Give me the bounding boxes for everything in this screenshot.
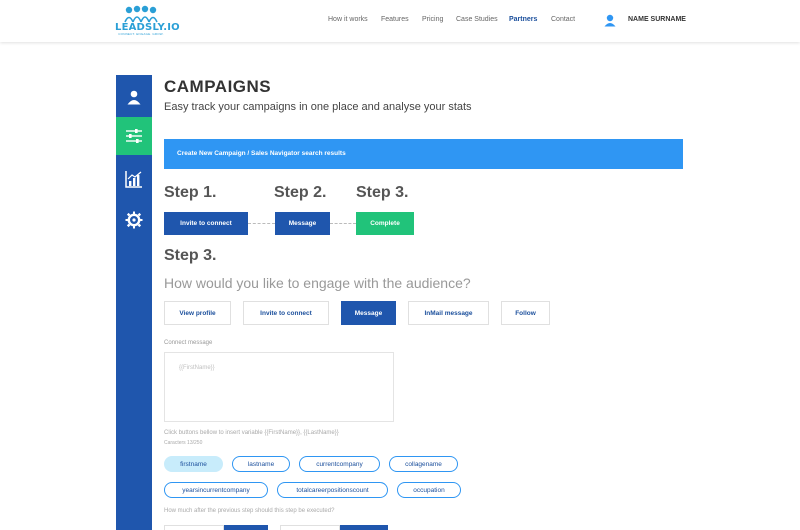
user-name[interactable]: NAME SURNAME (628, 16, 686, 23)
user-icon (127, 90, 141, 105)
campaign-banner: Create New Campaign / Sales Navigator se… (164, 139, 683, 169)
delay-question: How much after the previous step should … (164, 508, 335, 514)
delay-unit-button-1[interactable] (224, 525, 268, 530)
step-connector-1 (248, 223, 275, 224)
delay-unit-button-2[interactable] (340, 525, 388, 530)
sidebar-item-settings[interactable] (116, 201, 152, 239)
connect-message-label: Connect message (164, 340, 213, 346)
step-2-label: Step 2. (274, 184, 327, 201)
page-title: CAMPAIGNS (164, 77, 272, 96)
connect-message-input[interactable]: {{FirstName}} (164, 352, 394, 422)
engage-question: How would you like to engage with the au… (164, 275, 471, 291)
nav-how-it-works[interactable]: How it works (328, 16, 368, 23)
top-header: LEADSLY.IO CONNECT. ENGAGE. GROW. How it… (0, 0, 800, 42)
variable-chip-lastname[interactable]: lastname (232, 456, 290, 472)
banner-text: Create New Campaign / Sales Navigator se… (177, 150, 346, 157)
sliders-icon (126, 129, 142, 143)
option-message[interactable]: Message (341, 301, 396, 325)
step-connector-2 (330, 223, 356, 224)
nav-partners[interactable]: Partners (509, 16, 537, 23)
sidebar-item-profile[interactable] (116, 78, 152, 116)
variable-chip-firstname[interactable]: firstname (164, 456, 223, 472)
leadsly-logo[interactable]: LEADSLY.IO CONNECT. ENGAGE. GROW. (115, 5, 180, 37)
option-view-profile[interactable]: View profile (164, 301, 231, 325)
sidebar-item-stats[interactable] (116, 160, 152, 198)
step-3-label: Step 3. (356, 184, 409, 201)
step-1-button[interactable]: Invite to connect (164, 212, 248, 235)
logo-people-icon (124, 5, 158, 23)
connect-message-placeholder: {{FirstName}} (179, 365, 215, 371)
variable-chip-collagename[interactable]: collagename (389, 456, 458, 472)
nav-contact[interactable]: Contact (551, 16, 575, 23)
nav-case-studies[interactable]: Case Studies (456, 16, 498, 23)
nav-features[interactable]: Features (381, 16, 409, 23)
option-inmail-message[interactable]: InMail message (408, 301, 489, 325)
step-1-label: Step 1. (164, 184, 217, 201)
gear-icon (125, 211, 143, 229)
variable-chip-totalcareerpositionscount[interactable]: totalcareerpositionscount (277, 482, 388, 498)
logo-tagline: CONNECT. ENGAGE. GROW. (118, 32, 164, 36)
variable-chip-currentcompany[interactable]: currentcompany (299, 456, 380, 472)
step-3-button[interactable]: Complete (356, 212, 414, 235)
step-2-button[interactable]: Message (275, 212, 330, 235)
delay-input-2[interactable] (280, 525, 340, 530)
option-follow[interactable]: Follow (501, 301, 550, 325)
character-counter: Caracters 13/250 (164, 440, 203, 446)
variable-chip-yearsincurrentcompany[interactable]: yearsincurrentcompany (164, 482, 268, 498)
option-invite-to-connect[interactable]: Invite to connect (243, 301, 329, 325)
nav-pricing[interactable]: Pricing (422, 16, 443, 23)
page-subtitle: Easy track your campaigns in one place a… (164, 101, 472, 113)
sidebar (116, 75, 152, 530)
variables-hint: Click buttons bellow to insert variable … (164, 430, 339, 436)
chart-icon (125, 171, 142, 188)
delay-input-1[interactable] (164, 525, 224, 530)
sidebar-item-campaigns[interactable] (116, 117, 152, 155)
user-avatar-icon[interactable] (600, 11, 620, 31)
variable-chip-occupation[interactable]: occupation (397, 482, 461, 498)
step-3-title: Step 3. (164, 247, 217, 264)
